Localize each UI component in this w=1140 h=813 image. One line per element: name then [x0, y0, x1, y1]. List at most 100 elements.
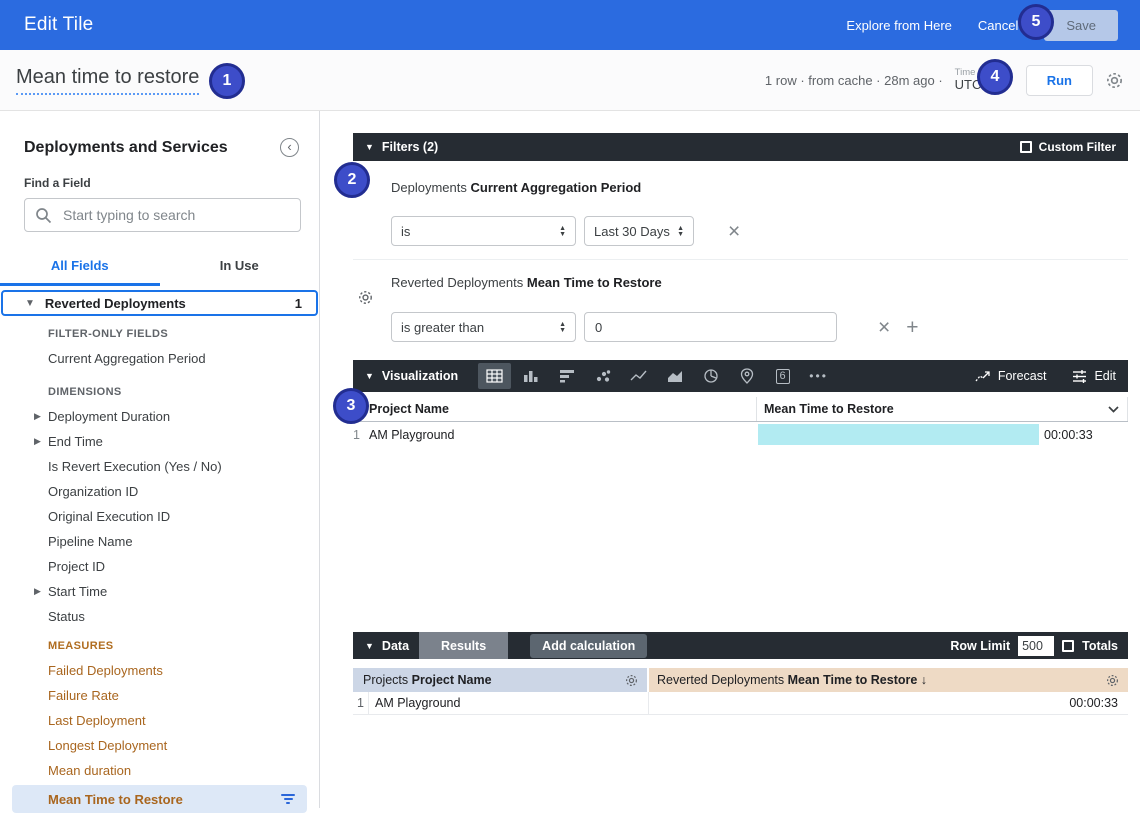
field-project-id[interactable]: Project ID [0, 554, 319, 579]
results-tab[interactable]: Results [419, 632, 508, 659]
tab-in-use[interactable]: In Use [160, 258, 320, 286]
viz-type-single-value-icon[interactable]: 6 [766, 363, 799, 389]
visualization-section-header: ▼ Visualization [353, 360, 1128, 392]
viz-table-row[interactable]: 1 AM Playground 00:00:33 [353, 422, 1128, 447]
remove-filter1-icon[interactable]: × [728, 221, 740, 242]
annotation-badge-5: 5 [1018, 4, 1054, 40]
field-picker-sidebar: Deployments and Services ‹ Find a Field … [0, 111, 320, 808]
expand-arrow-icon[interactable]: ▶ [34, 411, 41, 422]
field-original-execution-id[interactable]: Original Execution ID [0, 504, 319, 529]
field-mean-time-to-restore-selected[interactable]: Mean Time to Restore [12, 785, 307, 813]
filter-by-field-icon[interactable] [281, 794, 295, 804]
field-status[interactable]: Status [0, 604, 319, 629]
annotation-badge-4: 4 [977, 59, 1013, 95]
data-table-row[interactable]: 1 AM Playground 00:00:33 [353, 692, 1128, 715]
query-status-text: 1 row · from cache · 28m ago · [765, 73, 943, 88]
viz-col-project-name[interactable]: Project Name [369, 402, 449, 416]
filters-section-header[interactable]: ▼ Filters (2) Custom Filter [353, 133, 1128, 161]
collapse-filters-icon[interactable]: ▼ [365, 142, 374, 152]
filter2-gear-icon[interactable] [357, 289, 374, 309]
tile-title-bar: Mean time to restore 1 row · from cache … [0, 50, 1140, 111]
column-gear-icon[interactable] [1105, 673, 1120, 688]
viz-type-area-icon[interactable] [658, 363, 691, 389]
collapse-data-icon[interactable]: ▼ [365, 641, 374, 651]
field-organization-id[interactable]: Organization ID [0, 479, 319, 504]
field-last-deployment[interactable]: Last Deployment [0, 708, 319, 733]
save-button[interactable]: Save [1044, 10, 1118, 41]
data-col-project-name[interactable]: Projects Project Name [353, 668, 649, 692]
custom-filter-label: Custom Filter [1039, 140, 1116, 154]
cancel-button[interactable]: Cancel [978, 18, 1018, 33]
row-limit-label: Row Limit [950, 639, 1010, 653]
collapse-visualization-icon[interactable]: ▼ [365, 371, 374, 381]
filter2-operator-select[interactable]: is greater than ▲▼ [391, 312, 576, 342]
row-limit-input[interactable] [1018, 636, 1054, 656]
viz-more-types-icon[interactable]: ••• [802, 363, 835, 389]
viz-type-line-icon[interactable] [622, 363, 655, 389]
edit-tile-header: Edit Tile Explore from Here Cancel Save [0, 0, 1140, 50]
section-measures: MEASURES [0, 633, 319, 658]
viz-type-scatter-icon[interactable] [586, 363, 619, 389]
custom-filter-checkbox[interactable] [1020, 141, 1032, 153]
explore-from-here-link[interactable]: Explore from Here [846, 18, 951, 33]
field-deployment-duration[interactable]: ▶Deployment Duration [0, 404, 319, 429]
annotation-badge-1: 1 [209, 63, 245, 99]
column-menu-chevron-icon[interactable] [1108, 406, 1119, 413]
field-is-revert-execution[interactable]: Is Revert Execution (Yes / No) [0, 454, 319, 479]
totals-checkbox[interactable] [1062, 640, 1074, 652]
forecast-button[interactable]: Forecast [975, 369, 1047, 383]
run-button[interactable]: Run [1026, 65, 1093, 96]
view-reverted-deployments[interactable]: ▼ Reverted Deployments 1 [1, 290, 318, 316]
tab-all-fields[interactable]: All Fields [0, 258, 160, 286]
visualization-table: Project Name Mean Time to Restore 1 AM P… [353, 397, 1128, 447]
viz-col-mean-time-to-restore[interactable]: Mean Time to Restore [764, 402, 894, 416]
field-end-time[interactable]: ▶End Time [0, 429, 319, 454]
field-search-box[interactable] [24, 198, 301, 232]
data-cell-value: 00:00:33 [649, 696, 1128, 710]
filter1-field-label: Deployments Current Aggregation Period [391, 180, 1128, 195]
data-section-header: ▼ Data Results Add calculation Row Limit… [353, 632, 1128, 659]
section-filter-only-fields: FILTER-ONLY FIELDS [0, 321, 319, 346]
collapse-sidebar-icon[interactable]: ‹ [280, 138, 299, 157]
viz-cell-value: 00:00:33 [1044, 428, 1093, 442]
remove-filter2-icon[interactable]: × [878, 317, 890, 338]
find-a-field-label: Find a Field [24, 176, 295, 190]
collapse-visualization[interactable]: ▼ Visualization [365, 369, 458, 383]
section-dimensions: DIMENSIONS [0, 379, 319, 404]
field-longest-deployment[interactable]: Longest Deployment [0, 733, 319, 758]
edit-visualization-button[interactable]: Edit [1072, 369, 1116, 383]
filter2-value-input[interactable] [584, 312, 837, 342]
field-failure-rate[interactable]: Failure Rate [0, 683, 319, 708]
viz-type-bar-icon[interactable] [550, 363, 583, 389]
column-gear-icon[interactable] [624, 673, 639, 688]
field-pipeline-name[interactable]: Pipeline Name [0, 529, 319, 554]
viz-type-pie-icon[interactable] [694, 363, 727, 389]
viz-type-table-icon[interactable] [478, 363, 511, 389]
field-start-time[interactable]: ▶Start Time [0, 579, 319, 604]
field-current-aggregation-period[interactable]: Current Aggregation Period [0, 346, 319, 371]
add-filter-value-icon[interactable]: + [906, 317, 918, 338]
expand-arrow-icon[interactable]: ▶ [34, 436, 41, 447]
fields-in-use-count: 1 [295, 296, 302, 311]
collapse-view-icon[interactable]: ▼ [25, 298, 35, 309]
data-col-mean-time-to-restore[interactable]: Reverted Deployments Mean Time to Restor… [649, 668, 1128, 692]
add-calculation-button[interactable]: Add calculation [530, 634, 647, 658]
data-cell-project: AM Playground [369, 692, 649, 714]
select-stepper-icon: ▲▼ [559, 322, 566, 333]
explore-name: Deployments and Services [24, 139, 228, 157]
query-settings-gear-icon[interactable] [1105, 71, 1124, 90]
forecast-icon [975, 370, 991, 383]
filter1-operator-select[interactable]: is ▲▼ [391, 216, 576, 246]
select-stepper-icon: ▲▼ [677, 226, 684, 237]
viz-type-column-icon[interactable] [514, 363, 547, 389]
field-failed-deployments[interactable]: Failed Deployments [0, 658, 319, 683]
tile-title[interactable]: Mean time to restore [16, 66, 199, 95]
field-mean-duration[interactable]: Mean duration [0, 758, 319, 783]
viz-type-map-icon[interactable] [730, 363, 763, 389]
expand-arrow-icon[interactable]: ▶ [34, 586, 41, 597]
filter1-value-select[interactable]: Last 30 Days ▲▼ [584, 216, 694, 246]
annotation-badge-3: 3 [333, 388, 369, 424]
viz-cell-project: AM Playground [369, 428, 454, 442]
sort-desc-icon: ↓ [921, 673, 927, 687]
field-search-input[interactable] [63, 207, 290, 223]
